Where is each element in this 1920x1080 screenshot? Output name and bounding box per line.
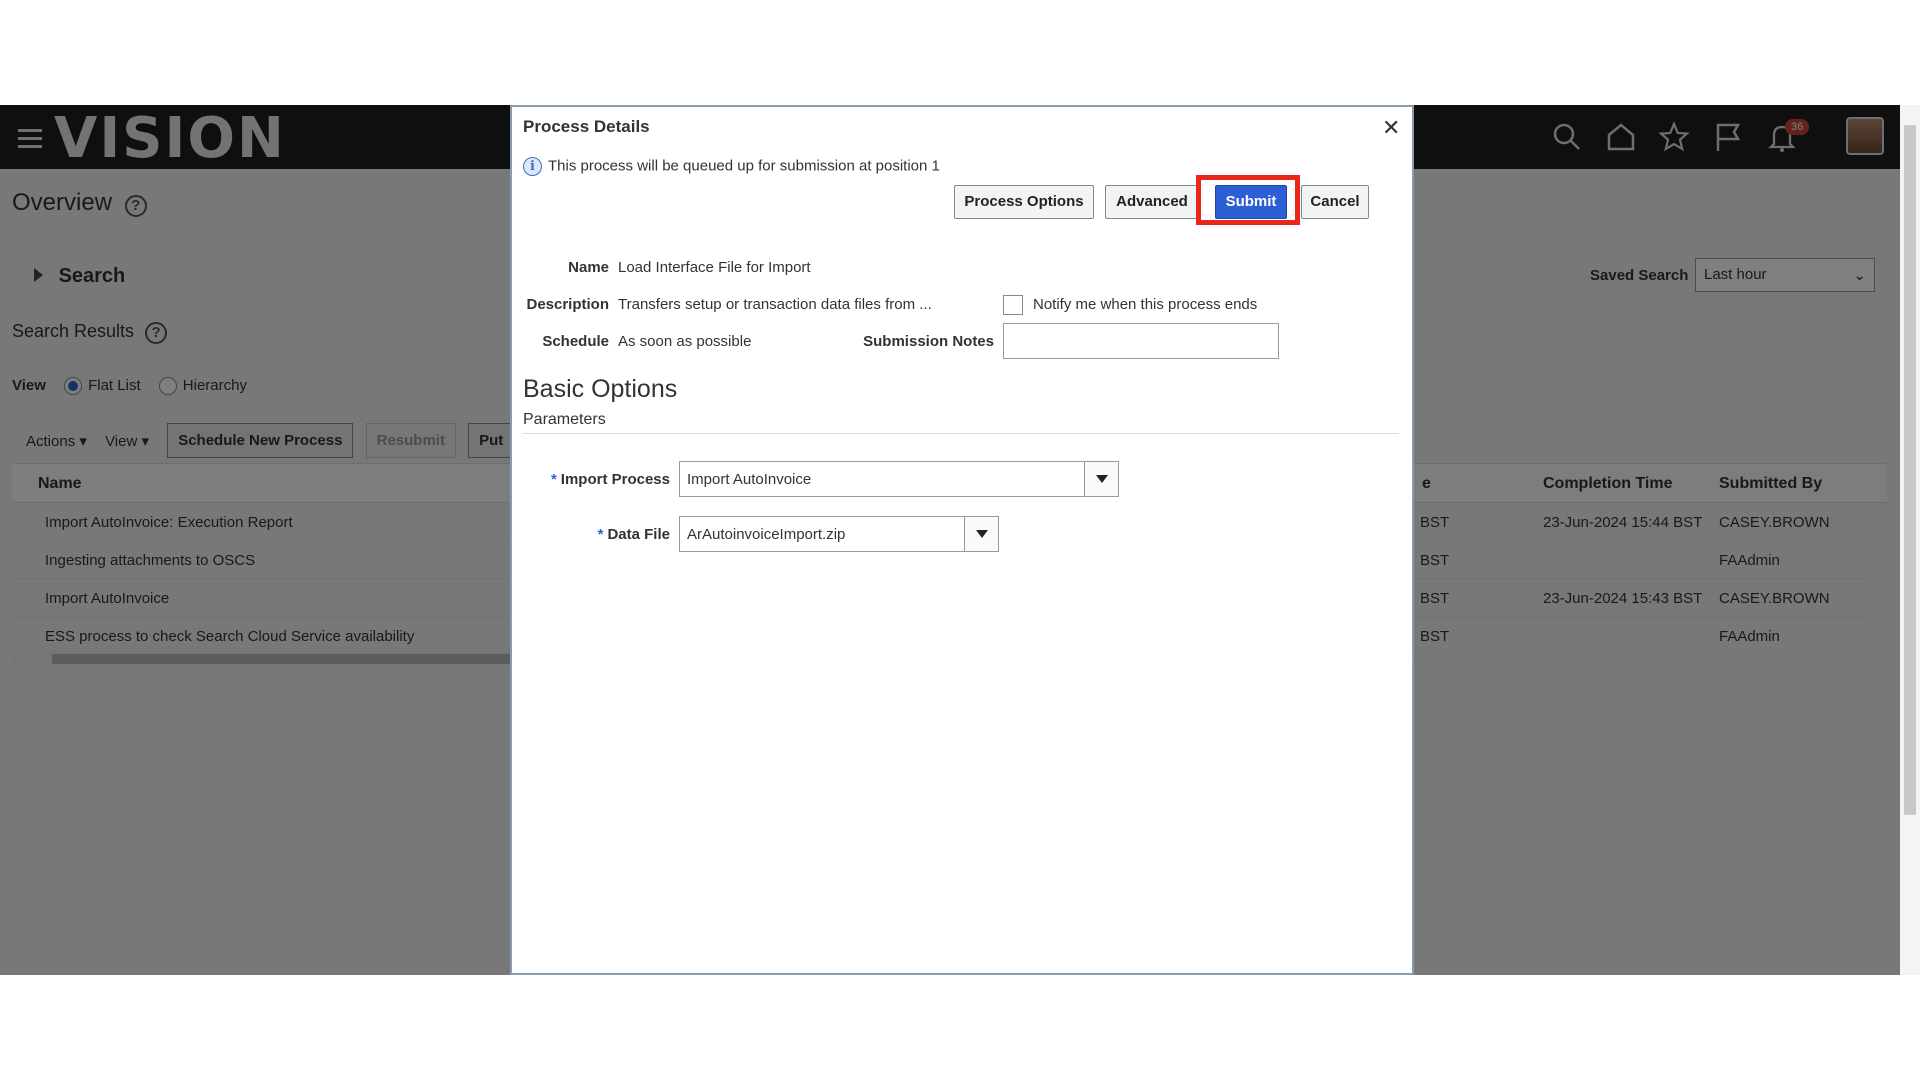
data-file-label: * Data File: [512, 526, 670, 543]
advanced-button[interactable]: Advanced: [1105, 185, 1199, 219]
window-vertical-scrollbar[interactable]: [1900, 105, 1920, 975]
dropdown-button[interactable]: [964, 517, 998, 551]
scrollbar-thumb[interactable]: [1904, 125, 1916, 815]
import-process-label: * Import Process: [512, 471, 670, 488]
schedule-label: Schedule: [542, 333, 609, 350]
info-icon: i: [523, 157, 542, 176]
notify-checkbox[interactable]: [1003, 295, 1023, 315]
process-details-dialog: Process Details ✕ i This process will be …: [510, 105, 1414, 975]
name-value: Load Interface File for Import: [618, 259, 811, 276]
dialog-title: Process Details: [523, 117, 650, 136]
import-process-label-text: Import Process: [560, 471, 670, 488]
info-message-text: This process will be queued up for submi…: [548, 157, 940, 175]
submission-notes-input[interactable]: [1003, 323, 1279, 359]
submit-highlight-box: [1196, 175, 1300, 225]
section-divider: [523, 433, 1399, 434]
basic-options-heading: Basic Options: [523, 375, 678, 403]
import-process-select[interactable]: Import AutoInvoice: [679, 461, 1119, 497]
schedule-value: As soon as possible: [618, 333, 752, 350]
info-message: i This process will be queued up for subm…: [523, 157, 940, 176]
process-options-button[interactable]: Process Options: [954, 185, 1094, 219]
caret-down-icon: [976, 530, 988, 538]
data-file-select[interactable]: ArAutoinvoiceImport.zip: [679, 516, 999, 552]
cancel-button[interactable]: Cancel: [1301, 185, 1369, 219]
name-label: Name: [568, 259, 609, 276]
description-label: Description: [526, 296, 609, 313]
data-file-label-text: Data File: [607, 526, 670, 543]
required-marker: *: [597, 526, 604, 543]
required-marker: *: [550, 471, 557, 488]
caret-down-icon: [1096, 475, 1108, 483]
import-process-value: Import AutoInvoice: [687, 471, 812, 488]
submission-notes-label: Submission Notes: [863, 333, 994, 350]
dropdown-button[interactable]: [1084, 462, 1118, 496]
parameters-subheading: Parameters: [523, 411, 606, 428]
description-value: Transfers setup or transaction data file…: [618, 296, 932, 313]
close-icon[interactable]: ✕: [1382, 115, 1400, 141]
notify-label: Notify me when this process ends: [1033, 296, 1258, 313]
data-file-value: ArAutoinvoiceImport.zip: [687, 526, 846, 543]
